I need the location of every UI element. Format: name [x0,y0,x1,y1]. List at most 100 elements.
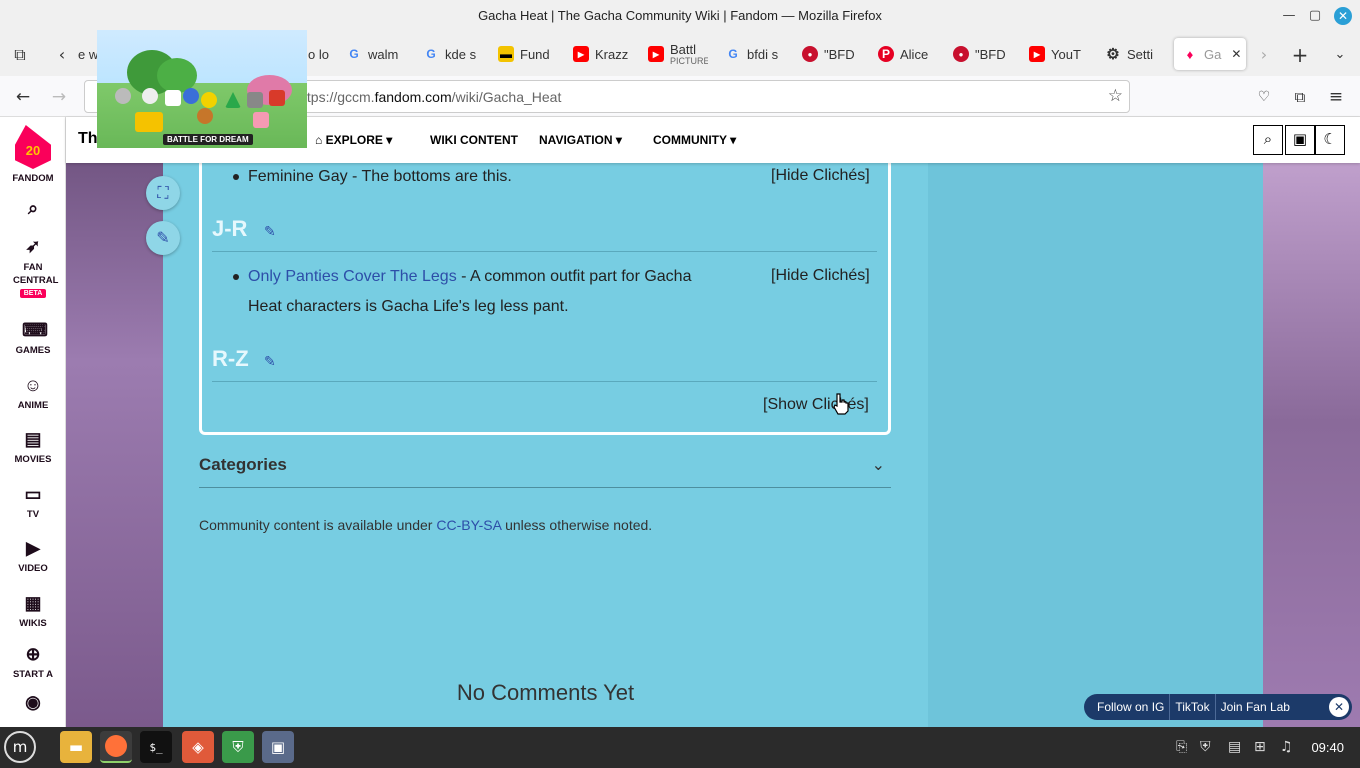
tab-label: Ga [1204,46,1222,62]
back-icon[interactable]: ← [10,84,36,110]
clock[interactable]: 09:40 [1311,740,1344,755]
pocket-icon[interactable]: ♡ [1251,84,1277,110]
cliche-link[interactable]: Only Panties Cover The Legs [248,268,457,285]
tab-close-icon[interactable]: ✕ [1231,47,1241,61]
pinterest-icon: P [878,46,894,62]
wikis-link[interactable]: ▦ WIKIS [0,592,66,629]
bookmark-star-icon[interactable]: ☆ [1108,86,1123,106]
google-icon: G [728,47,738,61]
tab-item[interactable]: ● "BFD [802,38,862,70]
account-button[interactable]: ◉ [0,691,66,717]
youtube-icon: ▶ [648,46,664,62]
start-menu-icon[interactable]: m [4,731,36,763]
nav-explore[interactable]: ⌂ EXPLORE ▾ [315,133,392,147]
hide-cliches-toggle[interactable]: [Hide Clichés] [771,267,870,285]
close-window-icon[interactable]: ✕ [1334,7,1352,25]
fan-central-link[interactable]: ➶ FAN CENTRAL BETA [0,235,66,298]
tab-item-active[interactable]: ♦ Ga ✕ [1174,38,1246,70]
nav-label: GAMES [15,345,51,356]
nav-wiki-content[interactable]: WIKI CONTENT [430,133,518,147]
maximize-icon[interactable]: ▢ [1306,7,1324,25]
anime-face-icon: ☺ [23,375,43,395]
picture-in-picture-video[interactable]: BATTLE FOR DREAM [97,30,307,148]
nav-label: TV [26,509,40,520]
file-manager-icon[interactable]: ▬ [60,731,92,763]
tab-item[interactable]: ● "BFD [953,38,1013,70]
edit-pencil-icon[interactable]: ✎ [264,224,276,240]
tab-scroll-left-icon[interactable]: ‹ [50,43,74,67]
fullscreen-icon[interactable]: ⛶ [146,176,180,210]
tab-scroll-right-icon[interactable]: › [1252,43,1276,67]
wiki-title[interactable]: Th [78,130,98,148]
tiktok-link[interactable]: TikTok [1170,700,1214,714]
clipboard-tray-icon[interactable]: ⎘ [1176,739,1187,755]
fandom-logo[interactable]: 20 FANDOM [0,125,66,184]
start-a-wiki-link[interactable]: ⊕ START A [0,643,66,677]
youtube-icon: ▶ [573,46,589,62]
tab-item[interactable]: ▶ Krazz [573,38,633,70]
tab-label: Setti [1127,46,1154,62]
discussions-icon[interactable]: ▣ [1285,125,1315,155]
tab-item[interactable]: ▶ YouT [1029,38,1089,70]
terminal-icon[interactable]: $_ [140,731,172,763]
tab-item[interactable]: Gkde s [423,38,483,70]
dark-mode-icon[interactable]: ☾ [1315,125,1345,155]
screenshot-app-icon[interactable]: ▣ [262,731,294,763]
tab-item[interactable]: Gwalm [346,38,406,70]
tab-list-icon[interactable]: ⌄ [1328,43,1352,67]
google-icon: G [426,47,436,61]
url-text: ttps://gccm.fandom.com/wiki/Gacha_Heat [303,89,562,105]
game-icon[interactable]: ◈ [182,731,214,763]
sound-tray-icon[interactable]: ♫ [1280,739,1293,755]
character-figure [183,88,199,104]
tab-label: bfdi s [747,46,779,62]
nav-community[interactable]: COMMUNITY ▾ [653,133,736,147]
chevron-down-icon[interactable]: ⌄ [872,455,885,474]
shield-tray-icon[interactable]: ⛨ [1200,739,1211,755]
background-art-left [66,117,163,727]
rocket-icon: ➶ [25,236,41,256]
global-search-button[interactable]: ⌕ [0,197,66,223]
tab-label: walm [368,46,399,62]
nav-navigation[interactable]: NAVIGATION ▾ [539,133,622,147]
beta-badge: BETA [19,289,47,298]
shield-app-icon[interactable]: ⛨ [222,731,254,763]
fandom-global-nav: 20 FANDOM ⌕ ➶ FAN CENTRAL BETA ⌨ GAMES ☺ ANI… [0,117,66,727]
close-icon[interactable]: ✕ [1329,697,1349,717]
fandom-logo-label: FANDOM [12,173,54,184]
character-figure [225,92,241,108]
join-fan-lab-link[interactable]: Join Fan Lab [1216,700,1295,714]
tv-link[interactable]: ▭ TV [0,483,66,520]
new-tab-icon[interactable]: + [1288,43,1312,67]
tab-item[interactable]: ⚙ Setti [1105,38,1165,70]
fandom-logo-number: 20 [25,143,41,158]
license-link[interactable]: CC-BY-SA [436,517,501,533]
tab-item[interactable]: o lo [308,38,338,70]
right-rail [928,117,1263,727]
firefox-icon[interactable] [100,731,132,763]
video-link[interactable]: ▶ VIDEO [0,537,66,574]
edit-icon[interactable]: ✎ [146,221,180,255]
network-tray-icon[interactable]: ⊞ [1254,739,1266,755]
anime-link[interactable]: ☺ ANIME [0,374,66,411]
categories-section[interactable]: Categories ⌄ [199,455,891,488]
tab-item[interactable]: ▶ Battl PICTURE [648,38,708,70]
caret-down-icon: ▾ [386,133,393,147]
wiki-search-icon[interactable]: ⌕ [1253,125,1283,155]
tab-item[interactable]: ▬ Fund [498,38,558,70]
character-figure [115,88,131,104]
tab-item[interactable]: Gbfdi s [725,38,785,70]
games-link[interactable]: ⌨ GAMES [0,319,66,356]
show-cliches-toggle[interactable]: [Show Clichés] [763,396,869,414]
update-tray-icon[interactable]: ▤ [1228,739,1241,755]
hide-cliches-toggle[interactable]: [Hide Clichés] [771,167,870,185]
tab-overview-icon[interactable]: ⧉ [8,43,32,67]
follow-ig-link[interactable]: Follow on IG [1092,700,1169,714]
extensions-icon[interactable]: ⧉ [1287,84,1313,110]
edit-pencil-icon[interactable]: ✎ [264,354,276,370]
tab-item[interactable]: P Alice [878,38,938,70]
minimize-icon[interactable]: — [1280,7,1298,25]
movies-link[interactable]: ▤ MOVIES [0,428,66,465]
menu-icon[interactable]: ≡ [1323,84,1349,110]
forward-icon[interactable]: → [46,84,72,110]
